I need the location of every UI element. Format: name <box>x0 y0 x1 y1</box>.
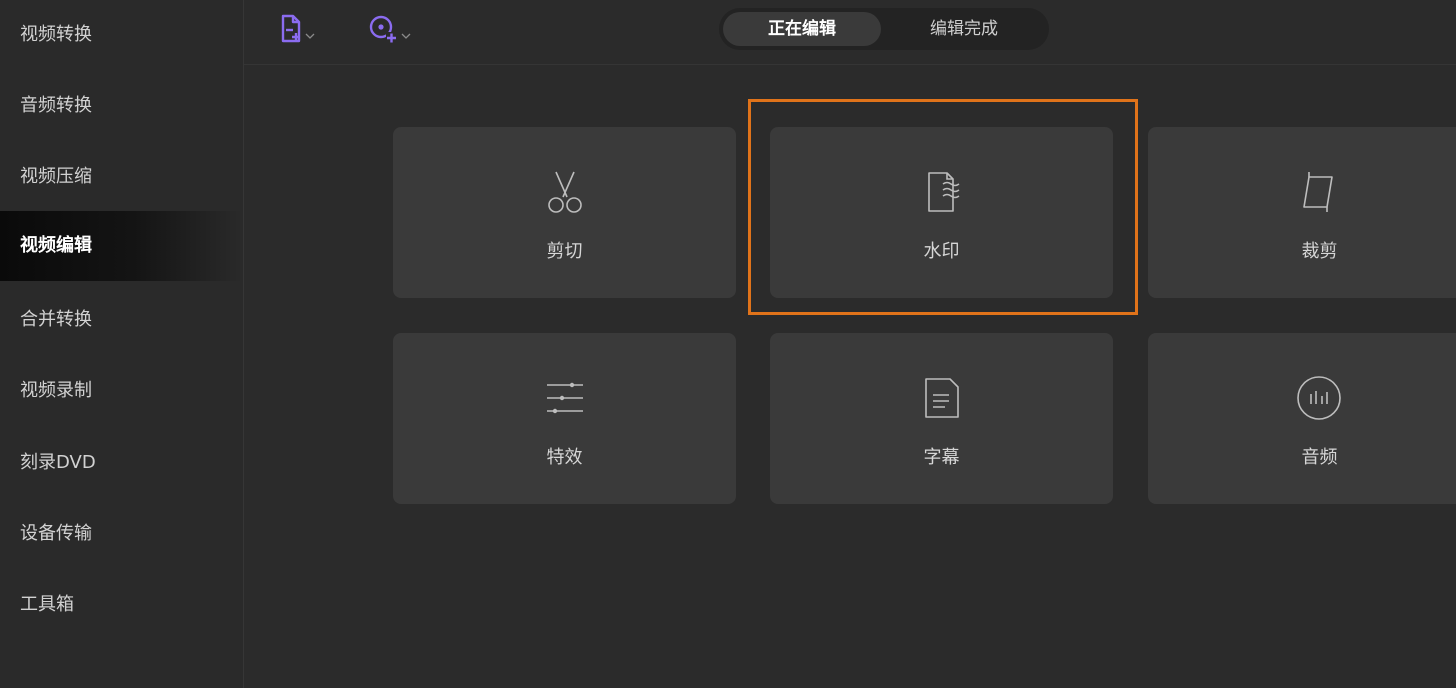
card-crop[interactable]: 裁剪 <box>1148 127 1456 298</box>
sidebar: 视频转换 音频转换 视频压缩 视频编辑 合并转换 视频录制 刻录DVD 设备传输… <box>0 0 244 688</box>
effects-sliders-icon <box>540 373 590 423</box>
card-cut[interactable]: 剪切 <box>393 127 736 298</box>
sidebar-item-video-compress[interactable]: 视频压缩 <box>0 142 243 212</box>
add-disc-icon <box>368 14 398 48</box>
sidebar-item-merge-convert[interactable]: 合并转换 <box>0 285 243 355</box>
sidebar-item-video-edit[interactable]: 视频编辑 <box>0 211 243 281</box>
card-label: 特效 <box>546 447 583 468</box>
card-label: 裁剪 <box>1301 241 1338 262</box>
chevron-down-icon <box>305 24 315 43</box>
subtitle-icon <box>917 373 967 423</box>
audio-icon <box>1294 373 1344 423</box>
card-label: 水印 <box>923 241 960 262</box>
sidebar-item-video-record[interactable]: 视频录制 <box>0 356 243 426</box>
sidebar-item-audio-convert[interactable]: 音频转换 <box>0 71 243 141</box>
sidebar-item-video-convert[interactable]: 视频转换 <box>0 0 243 70</box>
sidebar-item-burn-dvd[interactable]: 刻录DVD <box>0 428 243 498</box>
add-file-button[interactable] <box>280 14 334 48</box>
card-label: 字幕 <box>923 447 960 468</box>
scissors-icon <box>540 167 590 217</box>
tab-editing[interactable]: 正在编辑 <box>723 12 881 46</box>
card-label: 剪切 <box>546 241 583 262</box>
card-audio[interactable]: 音频 <box>1148 333 1456 504</box>
watermark-icon <box>917 167 967 217</box>
card-watermark[interactable]: 水印 <box>770 127 1113 298</box>
crop-icon <box>1294 167 1344 217</box>
app-window: 视频转换 音频转换 视频压缩 视频编辑 合并转换 视频录制 刻录DVD 设备传输… <box>0 0 1456 688</box>
card-effects[interactable]: 特效 <box>393 333 736 504</box>
card-label: 音频 <box>1301 447 1338 468</box>
edit-status-tabs: 正在编辑 编辑完成 <box>719 8 1049 50</box>
sidebar-item-toolbox[interactable]: 工具箱 <box>0 570 243 640</box>
add-disc-button[interactable] <box>368 14 422 48</box>
card-subtitle[interactable]: 字幕 <box>770 333 1113 504</box>
tab-completed[interactable]: 编辑完成 <box>885 12 1043 46</box>
chevron-down-icon <box>401 24 411 43</box>
top-toolbar: 正在编辑 编辑完成 <box>244 0 1456 65</box>
sidebar-item-device-transfer[interactable]: 设备传输 <box>0 499 243 569</box>
add-file-icon <box>280 14 302 48</box>
